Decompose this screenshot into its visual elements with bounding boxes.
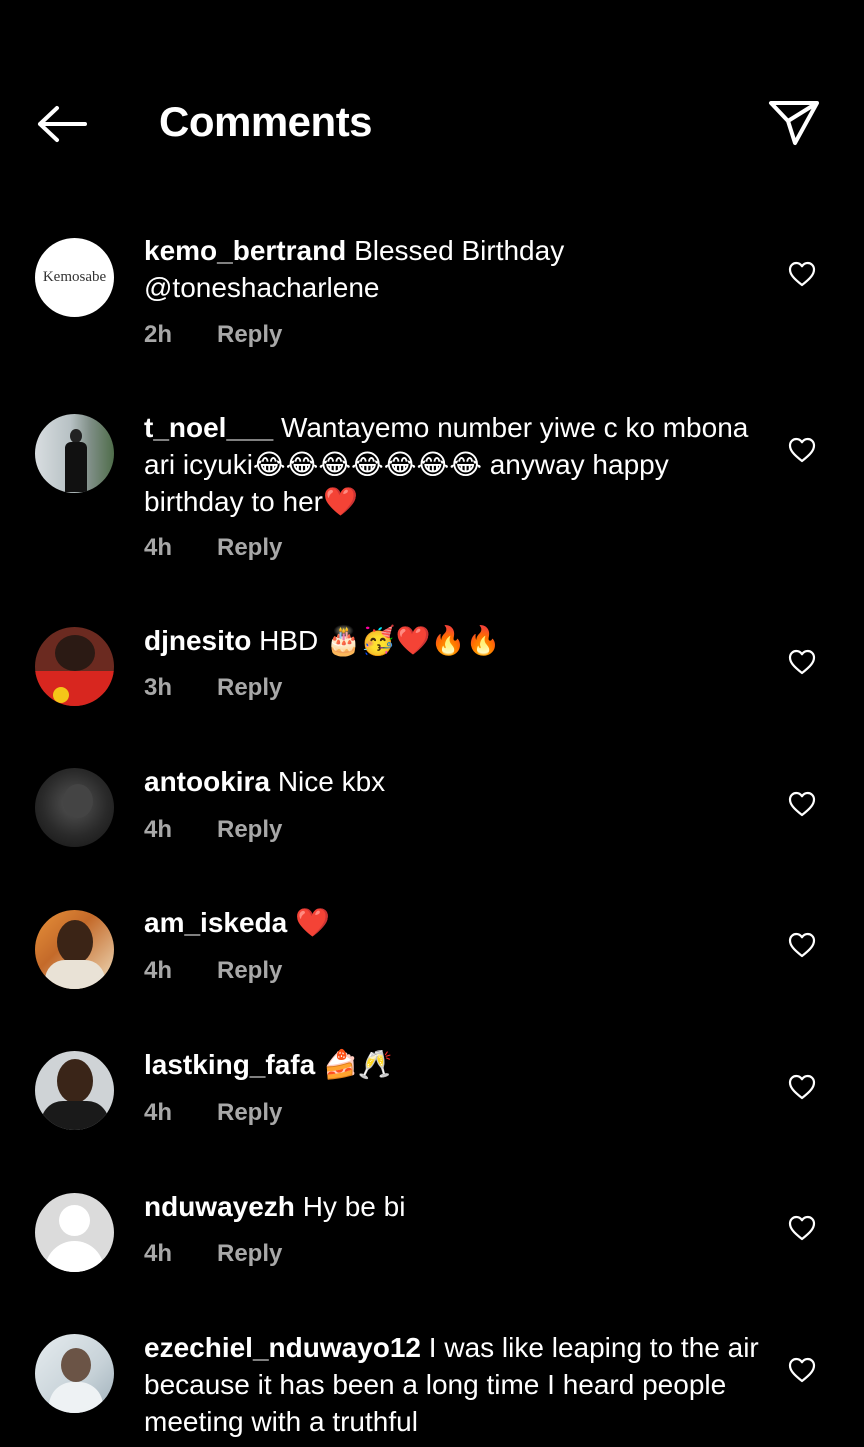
like-button[interactable] — [786, 1213, 818, 1243]
back-button[interactable] — [32, 100, 90, 148]
comment-username[interactable]: am_iskeda — [144, 907, 287, 938]
reply-button[interactable]: Reply — [217, 957, 282, 984]
reply-button[interactable]: Reply — [217, 534, 282, 561]
comment-body: antookira Nice kbx — [144, 763, 764, 800]
back-arrow-icon — [38, 106, 87, 142]
reply-button[interactable]: Reply — [217, 321, 282, 348]
comment-body: nduwayezh Hy be bi — [144, 1188, 764, 1225]
comment-meta: 4h Reply — [144, 816, 282, 844]
like-button[interactable] — [786, 930, 818, 960]
comment-text: Nice kbx — [277, 766, 386, 797]
avatar[interactable] — [35, 1193, 114, 1272]
comment-username[interactable]: ezechiel_nduwayo12 — [144, 1332, 421, 1363]
avatar[interactable] — [35, 1334, 114, 1413]
comment-time: 2h — [144, 321, 173, 348]
like-button[interactable] — [786, 1355, 818, 1385]
comment-time: 4h — [144, 1099, 173, 1126]
heart-icon — [788, 1357, 816, 1383]
reply-button[interactable]: Reply — [217, 1099, 282, 1126]
comment-body: ezechiel_nduwayo12 I was like leaping to… — [144, 1329, 764, 1440]
page-title: Comments — [159, 98, 373, 145]
comment-text: Hy be bi — [302, 1191, 406, 1222]
reply-button[interactable]: Reply — [217, 816, 282, 843]
comment-text: HBD 🎂🥳❤️🔥🔥 — [259, 625, 501, 656]
like-button[interactable] — [786, 1072, 818, 1102]
avatar-logo-text: Kemosabe — [42, 269, 107, 285]
like-button[interactable] — [786, 259, 818, 289]
comment-time: 4h — [144, 534, 173, 561]
heart-icon — [788, 791, 816, 817]
heart-icon — [788, 437, 816, 463]
comment-username[interactable]: kemo_bertrand — [144, 235, 346, 266]
reply-button[interactable]: Reply — [217, 674, 282, 701]
comment-meta: 4h Reply — [144, 1099, 282, 1127]
heart-icon — [788, 1074, 816, 1100]
comment-username[interactable]: t_noel___ — [144, 412, 273, 443]
send-icon — [769, 101, 819, 145]
comment-text: ❤️ — [295, 907, 330, 938]
avatar[interactable]: Kemosabe — [35, 238, 114, 317]
comment-body: djnesito HBD 🎂🥳❤️🔥🔥 — [144, 622, 764, 659]
reply-button[interactable]: Reply — [217, 1240, 282, 1267]
comments-header: Comments — [0, 0, 864, 200]
comment-body: kemo_bertrand Blessed Birthday @toneshac… — [144, 232, 764, 306]
like-button[interactable] — [786, 435, 818, 465]
comment-username[interactable]: nduwayezh — [144, 1191, 295, 1222]
comment-time: 3h — [144, 674, 173, 701]
comment-username[interactable]: lastking_fafa — [144, 1049, 315, 1080]
comment-username[interactable]: antookira — [144, 766, 270, 797]
comment-time: 4h — [144, 957, 173, 984]
comment-username[interactable]: djnesito — [144, 625, 251, 656]
comment-meta: 2h Reply — [144, 321, 282, 349]
comment-body: lastking_fafa 🍰🥂 — [144, 1046, 764, 1083]
avatar[interactable] — [35, 627, 114, 706]
like-button[interactable] — [786, 789, 818, 819]
comment-body: t_noel___ Wantayemo number yiwe c ko mbo… — [144, 409, 764, 520]
comment-meta: 3h Reply — [144, 674, 282, 702]
avatar[interactable] — [35, 1051, 114, 1130]
like-button[interactable] — [786, 647, 818, 677]
heart-icon — [788, 261, 816, 287]
comment-text: 🍰🥂 — [322, 1049, 393, 1080]
heart-icon — [788, 932, 816, 958]
comment-body: am_iskeda ❤️ — [144, 904, 764, 941]
avatar[interactable] — [35, 768, 114, 847]
comment-time: 4h — [144, 816, 173, 843]
heart-icon — [788, 1215, 816, 1241]
avatar[interactable] — [35, 910, 114, 989]
heart-icon — [788, 649, 816, 675]
comment-meta: 4h Reply — [144, 534, 282, 562]
comment-time: 4h — [144, 1240, 173, 1267]
share-button[interactable] — [764, 96, 824, 150]
avatar[interactable] — [35, 414, 114, 493]
comment-meta: 4h Reply — [144, 1240, 282, 1268]
comment-meta: 4h Reply — [144, 957, 282, 985]
